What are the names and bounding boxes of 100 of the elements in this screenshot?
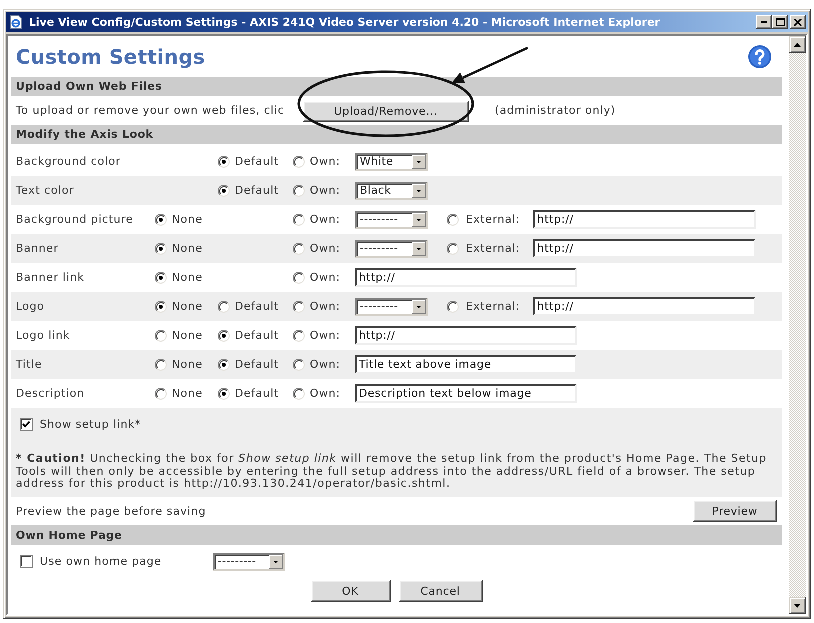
preview-hint: Preview the page before saving [16, 504, 206, 518]
close-icon [794, 18, 802, 26]
option-label: Default [235, 329, 280, 342]
option-label: External: [466, 213, 520, 226]
url-field[interactable]: http:// [533, 210, 756, 229]
radio-button[interactable] [293, 330, 305, 342]
dropdown-arrow-icon[interactable] [412, 242, 426, 256]
checkbox-label: Show setup link* [40, 418, 142, 430]
scrollbar[interactable] [789, 36, 806, 614]
row-label: Banner link [16, 271, 86, 284]
option-label: None [172, 387, 203, 400]
option-label: None [172, 300, 203, 313]
radio-button[interactable] [155, 300, 167, 312]
admin-note: (administrator only) [495, 104, 617, 117]
radio-button[interactable] [293, 242, 305, 254]
option-label: Default [235, 358, 280, 371]
option-label: Default [235, 155, 280, 168]
dropdown[interactable]: Black [355, 182, 428, 200]
radio-button[interactable] [155, 214, 167, 226]
caution-text: * Caution! Unchecking the box for Show setup link will remove the setup link from the product's Home Page. The Setup Tools will then only be accessible by entering the full setup address into the address/URL field of a browser. The setup address for this product is http://10.93.130.241/operator/basic.shtml. [16, 453, 768, 490]
help-icon[interactable] [748, 44, 772, 68]
option-label: Own: [310, 329, 341, 342]
radio-button[interactable] [218, 388, 230, 400]
radio-button[interactable] [447, 300, 459, 312]
option-label: None [172, 271, 203, 284]
maximize-button[interactable] [772, 15, 788, 29]
dropdown[interactable]: --------- [355, 298, 428, 316]
preview-button[interactable]: Preview [693, 500, 777, 522]
checkbox[interactable] [20, 418, 33, 430]
radio-button[interactable] [293, 156, 305, 168]
text-field[interactable]: http:// [355, 326, 577, 345]
radio-button[interactable] [155, 242, 167, 254]
dropdown-arrow-icon[interactable] [412, 212, 426, 226]
dropdown[interactable]: --------- [355, 240, 428, 258]
radio-button[interactable] [293, 184, 305, 196]
radio-button[interactable] [447, 214, 459, 226]
option-label: Default [235, 184, 280, 197]
radio-button[interactable] [293, 214, 305, 226]
close-button[interactable] [790, 15, 806, 29]
page-heading: Custom Settings [16, 44, 206, 68]
option-label: None [172, 358, 203, 371]
dropdown-arrow-icon[interactable] [269, 554, 283, 568]
option-label: External: [466, 242, 520, 255]
radio-button[interactable] [155, 272, 167, 284]
option-label: Own: [310, 155, 341, 168]
option-label: Default [235, 300, 280, 313]
row-label: Banner [16, 242, 60, 255]
radio-button[interactable] [293, 358, 305, 370]
radio-button[interactable] [218, 184, 230, 196]
row-label: Logo [16, 300, 46, 313]
text-field[interactable]: Description text below image [355, 384, 577, 403]
upload-remove-button[interactable]: Upload/Remove... [303, 101, 469, 122]
option-label: Own: [310, 271, 341, 284]
radio-button[interactable] [293, 300, 305, 312]
text-field[interactable]: http:// [355, 268, 577, 287]
checkbox[interactable] [20, 555, 33, 568]
url-field[interactable]: http:// [533, 239, 756, 258]
dialog-button[interactable]: Cancel [398, 580, 482, 602]
option-label: Own: [310, 184, 341, 197]
minimize-icon [761, 21, 767, 23]
option-label: Own: [310, 300, 341, 313]
checkbox-label: Use own home page [40, 555, 162, 568]
text-field[interactable]: Title text above image [355, 355, 577, 374]
radio-button[interactable] [218, 330, 230, 342]
scroll-down-button[interactable] [789, 597, 806, 614]
radio-button[interactable] [155, 330, 167, 342]
option-label: Own: [310, 358, 341, 371]
radio-button[interactable] [218, 156, 230, 168]
option-label: None [172, 242, 203, 255]
caret-up-icon [794, 42, 801, 46]
section-header: Own Home Page [11, 525, 782, 545]
dialog-button[interactable]: OK [310, 580, 390, 602]
row-label: Background picture [16, 213, 134, 226]
row-label: Text color [16, 184, 76, 197]
option-label: Own: [310, 242, 341, 255]
option-label: Default [235, 387, 280, 400]
dropdown-arrow-icon[interactable] [412, 300, 426, 314]
minimize-button[interactable] [756, 15, 772, 29]
upload-instructions: To upload or remove your own web files, clic [16, 104, 286, 117]
radio-button[interactable] [293, 272, 305, 284]
document-icon [9, 14, 24, 30]
window-title: Live View Config/Custom Settings - AXIS 241Q Video Server version 4.20 - Microsoft Internet Explorer [29, 16, 662, 28]
dropdown[interactable]: --------- [355, 210, 428, 228]
caret-down-icon [794, 604, 801, 608]
url-field[interactable]: http:// [533, 297, 756, 316]
radio-button[interactable] [293, 388, 305, 400]
radio-button[interactable] [155, 358, 167, 370]
radio-button[interactable] [218, 300, 230, 312]
radio-button[interactable] [447, 242, 459, 254]
dropdown[interactable]: White [355, 152, 428, 170]
option-label: External: [466, 300, 520, 313]
option-label: None [172, 213, 203, 226]
section-header: Modify the Axis Look [11, 125, 782, 144]
dropdown-arrow-icon[interactable] [412, 184, 426, 198]
radio-button[interactable] [218, 358, 230, 370]
row-label: Title [16, 358, 44, 371]
dropdown-arrow-icon[interactable] [412, 154, 426, 168]
dropdown[interactable]: --------- [213, 552, 285, 570]
scroll-up-button[interactable] [789, 36, 806, 53]
radio-button[interactable] [155, 388, 167, 400]
